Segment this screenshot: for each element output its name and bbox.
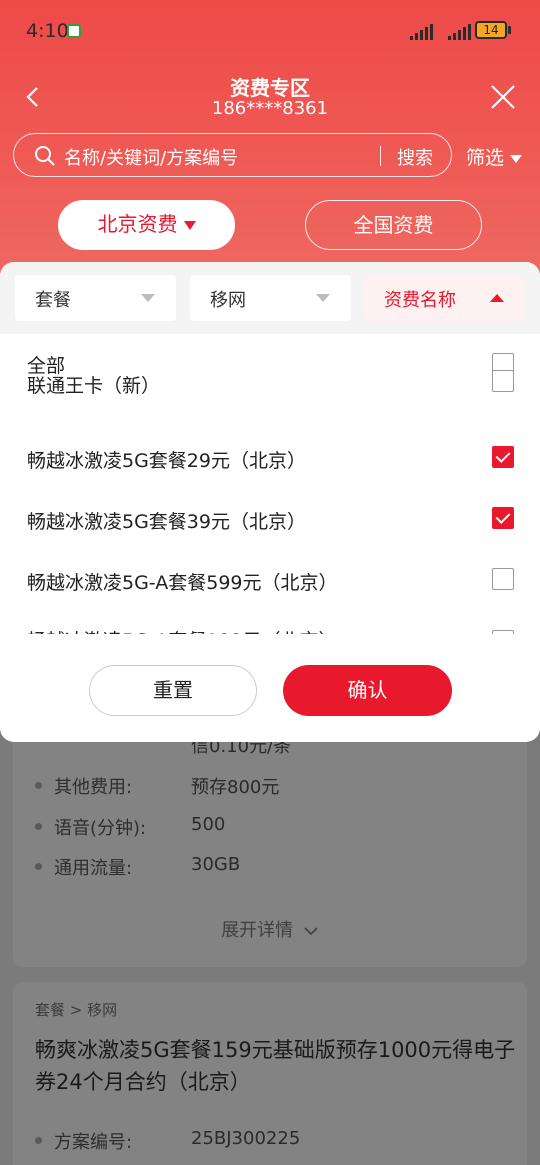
search-icon <box>35 146 55 166</box>
filter-panel: 套餐 移网 资费名称 全部 联通王卡（新） 畅越冰激凌5G套餐29元（北京） 畅… <box>0 262 540 742</box>
attr-value: 30GB <box>191 854 241 875</box>
phone-number: 186****8361 <box>211 98 329 119</box>
checkbox[interactable] <box>492 630 514 634</box>
option-label: 联通王卡（新） <box>27 375 161 397</box>
option-row[interactable]: 畅越冰激凌5G-A套餐599元（北京） <box>0 556 540 616</box>
option-label: 畅越冰激凌5G-A套餐199元（北京） <box>27 626 338 634</box>
option-row[interactable]: 联通王卡（新） <box>0 370 540 432</box>
option-label: 畅越冰激凌5G套餐39元（北京） <box>27 511 306 533</box>
option-row[interactable]: 畅越冰激凌5G套餐39元（北京） <box>0 495 540 555</box>
option-label: 畅越冰激凌5G-A套餐599元（北京） <box>27 572 338 594</box>
attr-value: 预存800元 <box>191 777 280 798</box>
filter-network-dropdown[interactable]: 移网 <box>190 275 351 321</box>
caret-up-icon <box>490 294 504 302</box>
filter-label: 移网 <box>210 290 246 311</box>
breadcrumb: 套餐 > 移网 <box>35 1001 118 1019</box>
filter-label: 资费名称 <box>384 290 456 311</box>
battery-icon: 14 <box>475 21 507 39</box>
tab-national-tariff[interactable]: 全国资费 <box>305 200 482 250</box>
bullet-icon <box>35 823 42 830</box>
bullet-icon <box>35 863 42 870</box>
tab-label: 全国资费 <box>353 213 434 237</box>
option-list[interactable]: 全部 联通王卡（新） 畅越冰激凌5G套餐29元（北京） 畅越冰激凌5G套餐39元… <box>0 334 540 634</box>
expand-label: 展开详情 <box>221 920 294 941</box>
search-bar[interactable]: 名称/关键词/方案编号 搜索 <box>13 133 452 177</box>
bullet-icon <box>35 1137 42 1144</box>
attr-value: 25BJ300225 <box>191 1128 301 1149</box>
page-title: 资费专区 <box>230 76 310 100</box>
plan-title: 畅爽冰激凌5G套餐159元基础版预存1000元得电子券24个月合约（北京） <box>35 1038 516 1094</box>
confirm-button[interactable]: 确认 <box>283 665 452 716</box>
filter-button[interactable]: 筛选 <box>466 143 523 170</box>
tab-label: 北京资费 <box>97 212 178 236</box>
bullet-icon <box>35 782 42 789</box>
plan-card[interactable]: 套餐 > 移网 畅爽冰激凌5G套餐159元基础版预存1000元得电子券24个月合… <box>13 982 527 1165</box>
signal-icon <box>448 24 471 40</box>
caret-down-icon <box>141 294 155 302</box>
filter-category-dropdown[interactable]: 套餐 <box>15 275 176 321</box>
checkbox[interactable] <box>492 568 514 590</box>
search-button[interactable]: 搜索 <box>397 144 433 170</box>
option-row[interactable]: 畅越冰激凌5G套餐29元（北京） <box>0 434 540 494</box>
filter-bar: 套餐 移网 资费名称 <box>0 262 540 334</box>
filter-label: 套餐 <box>35 290 71 311</box>
attr-key: 通用流量: <box>54 858 133 879</box>
tab-beijing-tariff[interactable]: 北京资费 <box>58 200 235 250</box>
caret-down-icon <box>316 294 330 302</box>
checkbox[interactable] <box>492 370 514 392</box>
checkbox-checked[interactable] <box>492 446 514 468</box>
sim-icon <box>67 24 81 38</box>
caret-down-icon <box>510 154 523 163</box>
search-divider <box>380 146 381 166</box>
expand-details-link[interactable]: 展开详情 <box>13 916 527 942</box>
chevron-down-icon <box>304 927 318 936</box>
battery-tip <box>508 26 511 34</box>
filter-label: 筛选 <box>466 147 505 169</box>
status-bar: 4:10 14 <box>0 0 540 60</box>
search-input[interactable]: 名称/关键词/方案编号 <box>64 144 238 170</box>
attr-value: 500 <box>191 814 226 835</box>
reset-button[interactable]: 重置 <box>89 665 257 716</box>
checkbox-checked[interactable] <box>492 507 514 529</box>
plan-card-previous: 信0.10元/条 其他费用: 预存800元 语音(分钟): 500 通用流量: … <box>13 736 527 967</box>
header: 4:10 14 资费专区 186****8361 名称/关键词/方案编号 搜索 … <box>0 0 540 290</box>
attr-key: 语音(分钟): <box>54 818 147 839</box>
filter-tariff-name-dropdown[interactable]: 资费名称 <box>364 275 525 321</box>
option-row[interactable]: 畅越冰激凌5G-A套餐199元（北京） <box>0 616 540 634</box>
nav-bar: 资费专区 186****8361 <box>0 70 540 126</box>
status-time: 4:10 <box>26 20 69 42</box>
attr-key: 方案编号: <box>54 1132 133 1153</box>
signal-icon <box>410 24 433 40</box>
close-icon[interactable] <box>490 84 516 110</box>
caret-down-icon <box>183 221 196 230</box>
attr-key: 其他费用: <box>54 777 133 798</box>
option-label: 畅越冰激凌5G套餐29元（北京） <box>27 450 306 472</box>
